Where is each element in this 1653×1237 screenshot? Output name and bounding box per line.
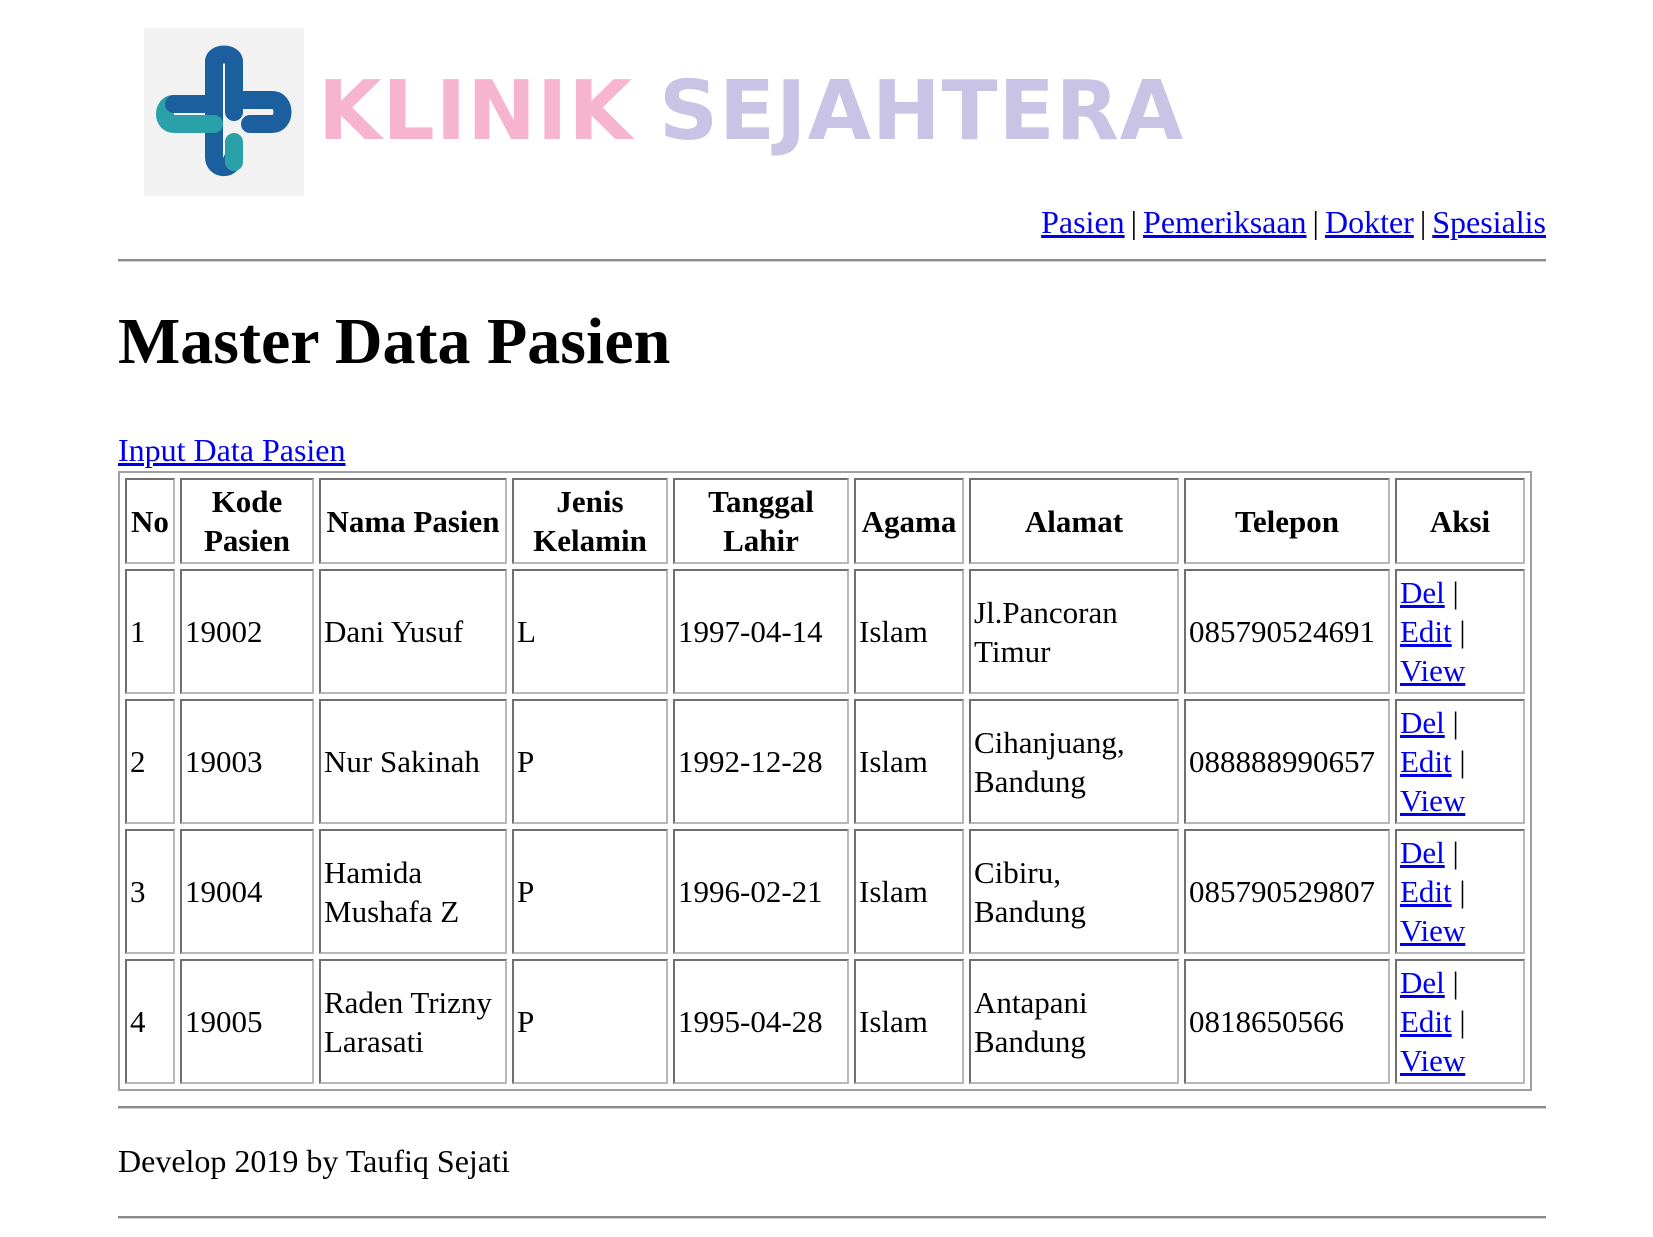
del-link[interactable]: Del	[1400, 575, 1445, 610]
footer-divider-bottom	[118, 1216, 1546, 1219]
action-separator: |	[1452, 705, 1459, 740]
cell-telepon: 0818650566	[1184, 959, 1390, 1084]
action-separator: |	[1459, 744, 1466, 779]
nav-link-pemeriksaan[interactable]: Pemeriksaan	[1143, 204, 1307, 240]
patient-table: No Kode Pasien Nama Pasien Jenis Kelamin…	[118, 471, 1532, 1091]
column-header-aksi: Aksi	[1395, 478, 1525, 564]
edit-link[interactable]: Edit	[1400, 744, 1452, 779]
logo-word-klinik: KLINIK	[318, 64, 633, 159]
action-separator: |	[1452, 965, 1459, 1000]
footer-divider-top	[118, 1106, 1546, 1109]
cell-kode: 19004	[180, 829, 314, 954]
column-header-alamat: Alamat	[969, 478, 1179, 564]
del-link[interactable]: Del	[1400, 835, 1445, 870]
view-link[interactable]: View	[1400, 653, 1465, 688]
nav-separator: |	[1312, 204, 1319, 240]
cell-no: 4	[125, 959, 175, 1084]
table-row: 4 19005 Raden Trizny Larasati P 1995-04-…	[125, 959, 1525, 1084]
cell-agama: Islam	[854, 699, 964, 824]
nav-link-spesialis[interactable]: Spesialis	[1432, 204, 1546, 240]
patient-table-wrapper: No Kode Pasien Nama Pasien Jenis Kelamin…	[118, 471, 1532, 1091]
cell-telepon: 088888990657	[1184, 699, 1390, 824]
cell-nama: Nur Sakinah	[319, 699, 507, 824]
cell-nama: Raden Trizny Larasati	[319, 959, 507, 1084]
column-header-nama-pasien: Nama Pasien	[319, 478, 507, 564]
page-title: Master Data Pasien	[118, 305, 671, 378]
cell-alamat: Jl.Pancoran Timur	[969, 569, 1179, 694]
cell-telepon: 085790529807	[1184, 829, 1390, 954]
view-link[interactable]: View	[1400, 1043, 1465, 1078]
cell-agama: Islam	[854, 959, 964, 1084]
cell-tanggal-lahir: 1997-04-14	[673, 569, 849, 694]
nav-link-pasien[interactable]: Pasien	[1041, 204, 1125, 240]
cell-jenis-kelamin: P	[512, 699, 668, 824]
header-logo: KLINIK SEJAHTERA	[144, 28, 1184, 196]
column-header-agama: Agama	[854, 478, 964, 564]
edit-link[interactable]: Edit	[1400, 1004, 1452, 1039]
view-link[interactable]: View	[1400, 913, 1465, 948]
column-header-kode-pasien: Kode Pasien	[180, 478, 314, 564]
cell-agama: Islam	[854, 569, 964, 694]
cell-alamat: Cibiru, Bandung	[969, 829, 1179, 954]
top-nav: Pasien | Pemeriksaan | Dokter | Spesialis	[1041, 204, 1546, 241]
table-row: 3 19004 Hamida Mushafa Z P 1996-02-21 Is…	[125, 829, 1525, 954]
table-row: 2 19003 Nur Sakinah P 1992-12-28 Islam C…	[125, 699, 1525, 824]
edit-link[interactable]: Edit	[1400, 874, 1452, 909]
cell-tanggal-lahir: 1992-12-28	[673, 699, 849, 824]
logo-word-sejahtera: SEJAHTERA	[658, 64, 1185, 159]
action-separator: |	[1459, 614, 1466, 649]
cell-kode: 19003	[180, 699, 314, 824]
action-separator: |	[1459, 874, 1466, 909]
cell-nama: Hamida Mushafa Z	[319, 829, 507, 954]
column-header-jenis-kelamin: Jenis Kelamin	[512, 478, 668, 564]
cell-alamat: Antapani Bandung	[969, 959, 1179, 1084]
column-header-telepon: Telepon	[1184, 478, 1390, 564]
cell-kode: 19002	[180, 569, 314, 694]
action-separator: |	[1452, 575, 1459, 610]
cell-no: 2	[125, 699, 175, 824]
cell-agama: Islam	[854, 829, 964, 954]
footer-credit: Develop 2019 by Taufiq Sejati	[118, 1143, 510, 1179]
cell-aksi: Del | Edit | View	[1395, 569, 1525, 694]
cell-tanggal-lahir: 1995-04-28	[673, 959, 849, 1084]
edit-link[interactable]: Edit	[1400, 614, 1452, 649]
column-header-no: No	[125, 478, 175, 564]
cell-jenis-kelamin: L	[512, 569, 668, 694]
action-separator: |	[1459, 1004, 1466, 1039]
clinic-logo-icon	[144, 28, 304, 196]
cell-aksi: Del | Edit | View	[1395, 829, 1525, 954]
cell-aksi: Del | Edit | View	[1395, 959, 1525, 1084]
column-header-tanggal-lahir: Tanggal Lahir	[673, 478, 849, 564]
del-link[interactable]: Del	[1400, 705, 1445, 740]
cell-tanggal-lahir: 1996-02-21	[673, 829, 849, 954]
cell-kode: 19005	[180, 959, 314, 1084]
logo-emblem-icon	[156, 45, 292, 177]
cell-no: 1	[125, 569, 175, 694]
cell-jenis-kelamin: P	[512, 829, 668, 954]
cell-jenis-kelamin: P	[512, 959, 668, 1084]
logo-wordmark: KLINIK SEJAHTERA	[318, 71, 1184, 153]
table-row: 1 19002 Dani Yusuf L 1997-04-14 Islam Jl…	[125, 569, 1525, 694]
del-link[interactable]: Del	[1400, 965, 1445, 1000]
action-separator: |	[1452, 835, 1459, 870]
cell-aksi: Del | Edit | View	[1395, 699, 1525, 824]
header-divider	[118, 259, 1546, 262]
cell-telepon: 085790524691	[1184, 569, 1390, 694]
nav-separator: |	[1130, 204, 1138, 240]
cell-no: 3	[125, 829, 175, 954]
input-data-pasien-link[interactable]: Input Data Pasien	[118, 432, 346, 469]
nav-separator: |	[1419, 204, 1427, 240]
nav-link-dokter[interactable]: Dokter	[1325, 204, 1414, 240]
cell-nama: Dani Yusuf	[319, 569, 507, 694]
table-header-row: No Kode Pasien Nama Pasien Jenis Kelamin…	[125, 478, 1525, 564]
cell-alamat: Cihanjuang, Bandung	[969, 699, 1179, 824]
view-link[interactable]: View	[1400, 783, 1465, 818]
